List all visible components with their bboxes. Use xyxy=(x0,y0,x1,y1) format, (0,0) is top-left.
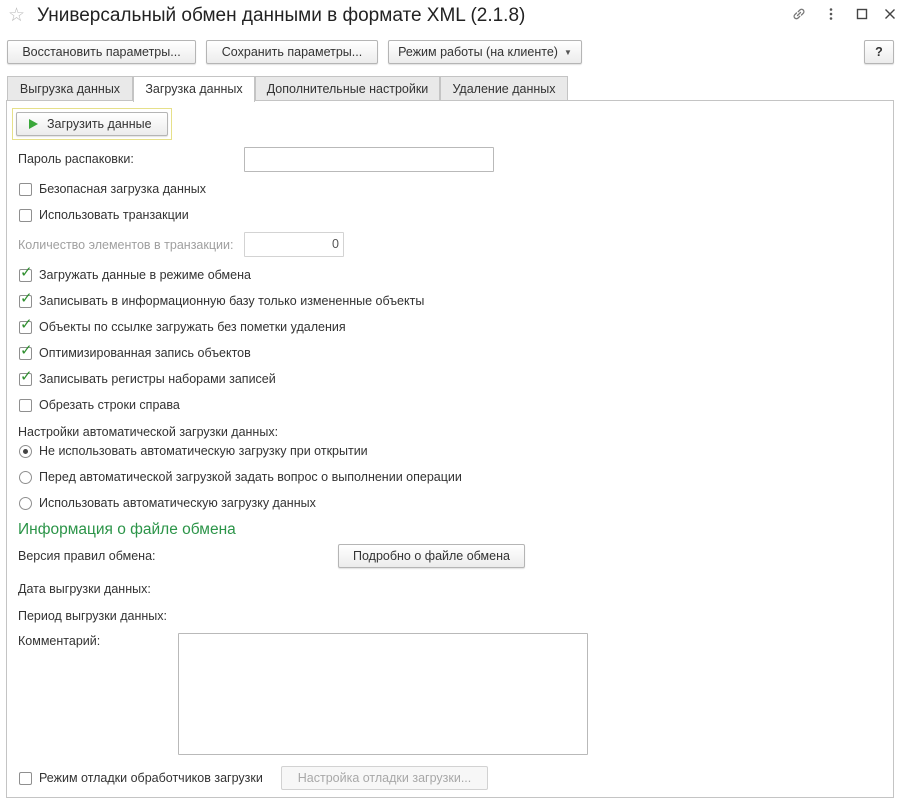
tab-import[interactable]: Загрузка данных xyxy=(133,76,255,102)
password-label: Пароль распаковки: xyxy=(18,152,134,166)
window-title: Универсальный обмен данными в формате XM… xyxy=(37,5,526,26)
exchange-mode-label: Загружать данные в режиме обмена xyxy=(39,268,251,282)
use-transactions-label: Использовать транзакции xyxy=(39,208,189,222)
radio-dot xyxy=(23,449,28,454)
checkmark-icon: ✓ xyxy=(20,342,33,359)
auto-load-none-label: Не использовать автоматическую загрузку … xyxy=(39,444,368,458)
password-input[interactable] xyxy=(244,147,494,172)
checkmark-icon: ✓ xyxy=(20,264,33,281)
more-icon[interactable] xyxy=(821,6,841,26)
auto-load-ask-label: Перед автоматической загрузкой задать во… xyxy=(39,470,462,484)
checkmark-icon: ✓ xyxy=(20,316,33,333)
changed-only-label: Записывать в информационную базу только … xyxy=(39,294,425,308)
restore-params-button[interactable]: Восстановить параметры... xyxy=(7,40,196,64)
debug-mode-checkbox[interactable] xyxy=(19,772,32,785)
transaction-count-label: Количество элементов в транзакции: xyxy=(18,238,234,252)
safe-load-label: Безопасная загрузка данных xyxy=(39,182,206,196)
export-period-label: Период выгрузки данных: xyxy=(18,609,167,623)
optimized-write-label: Оптимизированная запись объектов xyxy=(39,346,251,360)
auto-load-radio-ask[interactable] xyxy=(19,471,32,484)
checkmark-icon: ✓ xyxy=(20,290,33,307)
checkmark-icon: ✓ xyxy=(20,368,33,385)
changed-only-checkbox[interactable]: ✓ xyxy=(19,290,33,308)
tab-additional-settings[interactable]: Дополнительные настройки xyxy=(255,76,440,101)
safe-load-checkbox[interactable] xyxy=(19,183,32,196)
mode-dropdown-button[interactable]: Режим работы (на клиенте) ▼ xyxy=(388,40,582,64)
transaction-count-input[interactable]: 0 xyxy=(244,232,344,257)
load-data-button[interactable]: Загрузить данные xyxy=(16,112,168,136)
trim-right-label: Обрезать строки справа xyxy=(39,398,180,412)
no-deletion-mark-label: Объекты по ссылке загружать без пометки … xyxy=(39,320,346,334)
no-deletion-mark-checkbox[interactable]: ✓ xyxy=(19,316,33,334)
auto-load-radio-none[interactable] xyxy=(19,445,32,458)
debug-settings-button[interactable]: Настройка отладки загрузки... xyxy=(281,766,488,790)
chevron-down-icon: ▼ xyxy=(563,48,572,57)
mode-label: Режим работы (на клиенте) xyxy=(398,45,558,59)
star-icon[interactable]: ☆ xyxy=(8,6,25,26)
registers-recordsets-checkbox[interactable]: ✓ xyxy=(19,368,33,386)
auto-load-label: Настройки автоматической загрузки данных… xyxy=(18,425,279,439)
file-details-button[interactable]: Подробно о файле обмена xyxy=(338,544,525,568)
maximize-icon[interactable] xyxy=(852,6,872,26)
registers-recordsets-label: Записывать регистры наборами записей xyxy=(39,372,276,386)
comment-textarea[interactable] xyxy=(178,633,588,755)
use-transactions-checkbox[interactable] xyxy=(19,209,32,222)
link-icon[interactable] xyxy=(789,6,809,26)
debug-mode-label: Режим отладки обработчиков загрузки xyxy=(39,771,263,785)
close-icon[interactable] xyxy=(880,6,900,26)
export-date-label: Дата выгрузки данных: xyxy=(18,582,151,596)
auto-load-radio-use[interactable] xyxy=(19,497,32,510)
exchange-mode-checkbox[interactable]: ✓ xyxy=(19,264,33,282)
play-icon xyxy=(29,119,38,129)
tab-delete[interactable]: Удаление данных xyxy=(440,76,568,101)
tab-export[interactable]: Выгрузка данных xyxy=(7,76,133,101)
load-data-label: Загрузить данные xyxy=(47,117,152,131)
auto-load-use-label: Использовать автоматическую загрузку дан… xyxy=(39,496,316,510)
exchange-file-info-title: Информация о файле обмена xyxy=(18,521,236,538)
save-params-button[interactable]: Сохранить параметры... xyxy=(206,40,378,64)
help-button[interactable]: ? xyxy=(864,40,894,64)
rules-version-label: Версия правил обмена: xyxy=(18,549,156,563)
optimized-write-checkbox[interactable]: ✓ xyxy=(19,342,33,360)
comment-label: Комментарий: xyxy=(18,634,101,648)
trim-right-checkbox[interactable] xyxy=(19,399,32,412)
